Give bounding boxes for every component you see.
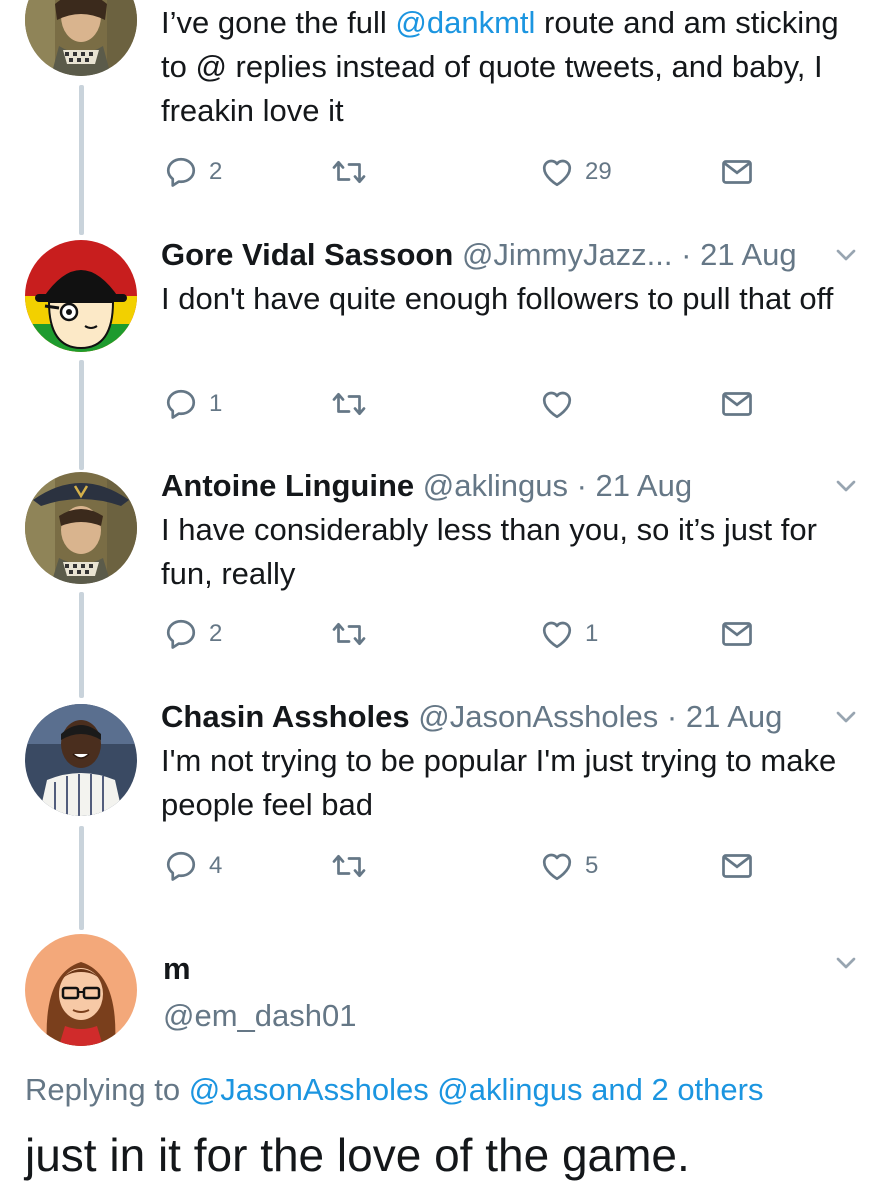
reply-button[interactable]: 2 — [163, 614, 222, 654]
dm-button[interactable] — [719, 152, 755, 192]
avatar[interactable] — [25, 704, 137, 816]
like-button[interactable]: 5 — [539, 846, 598, 886]
chevron-down-icon[interactable] — [830, 701, 862, 733]
tweet-header: Chasin Assholes @JasonAssholes · 21 Aug — [161, 695, 886, 739]
tweet-actions: 2 29 — [161, 152, 886, 192]
heart-icon — [542, 853, 572, 881]
tweet-timestamp[interactable]: · 21 Aug — [681, 237, 796, 272]
tweet-text: I'm not trying to be popular I'm just tr… — [161, 743, 837, 822]
main-author-handle[interactable]: @em_dash01 — [163, 994, 356, 1038]
reply-count: 2 — [209, 158, 223, 185]
author-handle[interactable]: @JasonAssholes — [418, 699, 658, 734]
reply-button[interactable]: 1 — [163, 384, 222, 424]
replying-prefix: Replying to — [25, 1072, 189, 1107]
like-count: 29 — [585, 158, 612, 185]
tweet-actions: 1 — [161, 384, 886, 424]
chevron-down-icon[interactable] — [830, 947, 862, 979]
reply-count: 4 — [209, 852, 223, 879]
avatar[interactable] — [25, 934, 137, 1046]
retweet-icon — [332, 392, 366, 416]
envelope-icon — [722, 160, 752, 184]
tweet[interactable]: Gore Vidal Sassoon @JimmyJazz... · 21 Au… — [161, 233, 886, 321]
avatar[interactable] — [25, 0, 137, 76]
retweet-button[interactable] — [329, 384, 369, 424]
dm-button[interactable] — [719, 384, 755, 424]
replying-to: Replying to @JasonAssholes @aklingus and… — [25, 1068, 763, 1112]
replying-to-links[interactable]: @JasonAssholes @aklingus and 2 others — [189, 1072, 764, 1107]
reply-count: 1 — [209, 390, 223, 417]
main-tweet-text: just in it for the love of the game. — [25, 1129, 690, 1181]
chevron-down-icon[interactable] — [830, 239, 862, 271]
tweet-timestamp[interactable]: · 21 Aug — [667, 699, 782, 734]
tweet-header: Antoine Linguine @aklingus · 21 Aug — [161, 464, 886, 508]
reply-icon — [166, 389, 196, 419]
tweet[interactable]: Chasin Assholes @JasonAssholes · 21 Aug … — [161, 695, 886, 827]
envelope-icon — [722, 392, 752, 416]
tweet-text: I’ve gone the full @dankmtl route and am… — [161, 5, 839, 128]
like-count: 5 — [585, 852, 599, 879]
like-button[interactable] — [539, 384, 575, 424]
thread-line — [79, 826, 84, 930]
author-name[interactable]: Gore Vidal Sassoon — [161, 237, 453, 272]
author-handle[interactable]: @JimmyJazz... — [462, 237, 673, 272]
thread-line — [79, 360, 84, 470]
reply-count: 2 — [209, 620, 223, 647]
retweet-icon — [332, 622, 366, 646]
heart-icon — [542, 159, 572, 187]
reply-button[interactable]: 4 — [163, 846, 222, 886]
envelope-icon — [722, 854, 752, 878]
thread-line — [79, 85, 84, 235]
retweet-button[interactable] — [329, 152, 369, 192]
retweet-icon — [332, 160, 366, 184]
tweet-actions: 2 1 — [161, 614, 886, 654]
tweet-header: Gore Vidal Sassoon @JimmyJazz... · 21 Au… — [161, 233, 886, 277]
like-button[interactable]: 29 — [539, 152, 612, 192]
dm-button[interactable] — [719, 846, 755, 886]
avatar[interactable] — [25, 472, 137, 584]
chevron-down-icon[interactable] — [830, 470, 862, 502]
tweet[interactable]: Antoine Linguine @aklingus · 21 Aug I ha… — [161, 464, 886, 596]
retweet-button[interactable] — [329, 614, 369, 654]
tweet-text: I don't have quite enough followers to p… — [161, 281, 834, 316]
reply-icon — [166, 851, 196, 881]
reply-button[interactable]: 2 — [163, 152, 222, 192]
heart-icon — [542, 621, 572, 649]
reply-icon — [166, 619, 196, 649]
avatar[interactable] — [25, 240, 137, 352]
thread-line — [79, 592, 84, 698]
author-handle[interactable]: @aklingus — [423, 468, 568, 503]
tweet[interactable]: I’ve gone the full @dankmtl route and am… — [161, 1, 886, 133]
dm-button[interactable] — [719, 614, 755, 654]
retweet-button[interactable] — [329, 846, 369, 886]
heart-icon — [542, 391, 572, 419]
tweet-text: I have considerably less than you, so it… — [161, 512, 817, 591]
envelope-icon — [722, 622, 752, 646]
tweet-timestamp[interactable]: · 21 Aug — [577, 468, 692, 503]
author-name[interactable]: Antoine Linguine — [161, 468, 414, 503]
reply-icon — [166, 157, 196, 187]
main-author-name[interactable]: m — [163, 947, 191, 991]
like-count: 1 — [585, 620, 599, 647]
mention-link[interactable]: @dankmtl — [395, 5, 535, 40]
author-name[interactable]: Chasin Assholes — [161, 699, 410, 734]
tweet-actions: 4 5 — [161, 846, 886, 886]
retweet-icon — [332, 854, 366, 878]
like-button[interactable]: 1 — [539, 614, 598, 654]
